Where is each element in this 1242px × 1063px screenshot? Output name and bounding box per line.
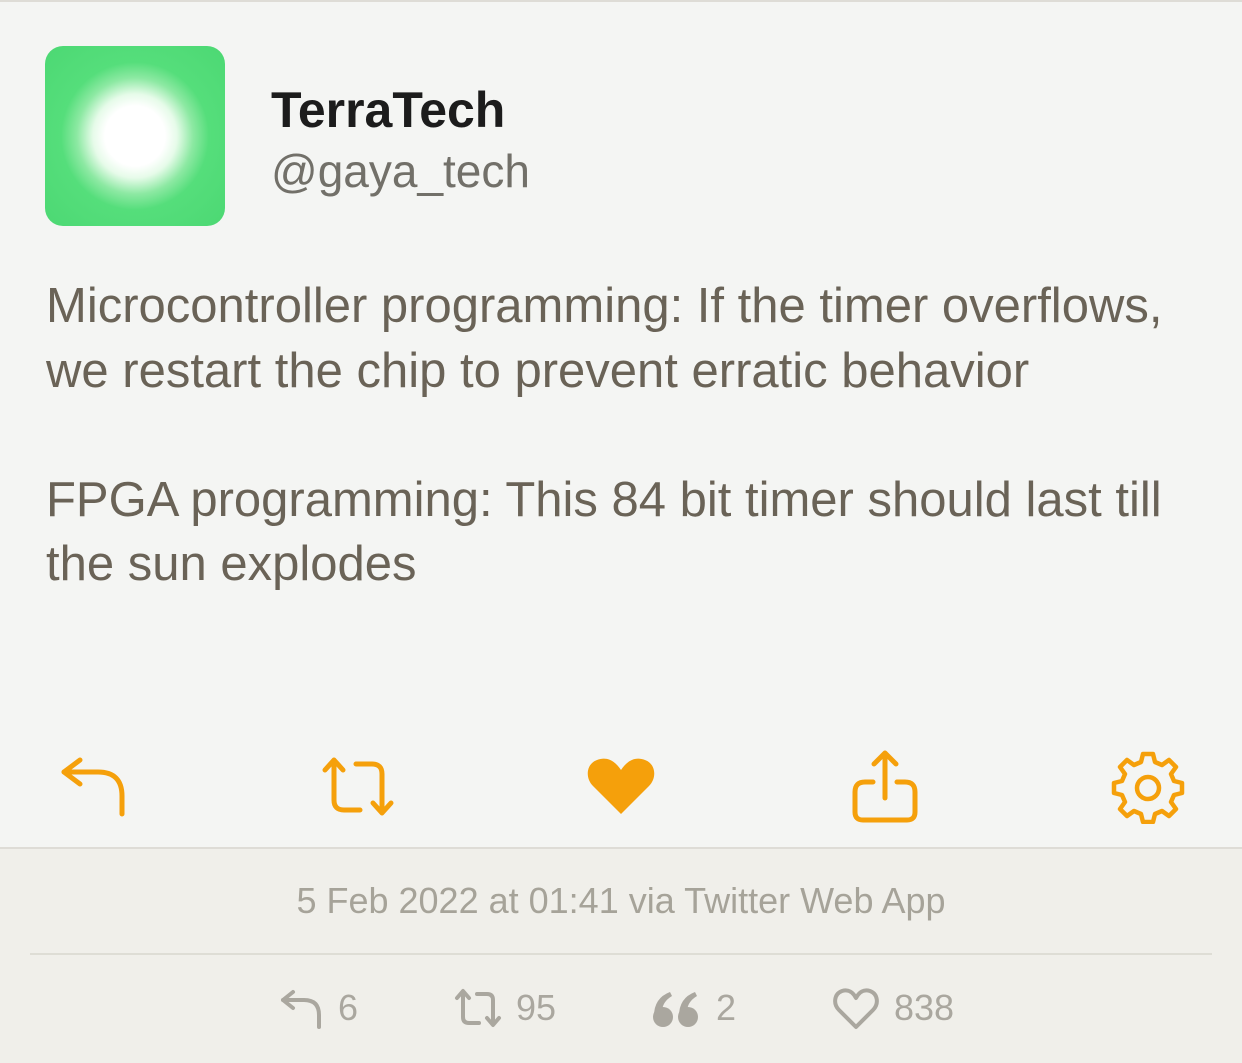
- tweet-card: TerraTech @gaya_tech Microcontroller pro…: [0, 0, 1242, 849]
- reply-count[interactable]: 6: [278, 984, 358, 1032]
- like-count-value: 838: [894, 987, 955, 1028]
- user-handle[interactable]: @gaya_tech: [271, 142, 530, 200]
- quote-count-value: 2: [716, 987, 737, 1028]
- tweet-timestamp: 5 Feb 2022 at 01:41 via Twitter Web App: [296, 880, 946, 921]
- gear-icon: [1111, 751, 1185, 824]
- quote-icon: [652, 988, 702, 1028]
- retweet-icon: [454, 985, 502, 1031]
- reply-icon: [278, 985, 324, 1031]
- avatar[interactable]: [45, 46, 225, 226]
- retweet-count[interactable]: 95: [454, 984, 556, 1032]
- heart-icon: [587, 758, 655, 814]
- tweet-paragraph: Microcontroller programming: If the time…: [46, 279, 1163, 398]
- retweet-button[interactable]: [320, 748, 396, 824]
- heart-outline-icon: [832, 985, 880, 1031]
- retweet-icon: [322, 757, 394, 816]
- tweet-paragraph: FPGA programming: This 84 bit timer shou…: [46, 472, 1162, 592]
- retweet-count-value: 95: [516, 987, 557, 1028]
- share-icon: [852, 750, 918, 823]
- share-button[interactable]: [847, 748, 923, 824]
- like-button[interactable]: [583, 748, 659, 824]
- reply-button[interactable]: [54, 748, 130, 824]
- display-name[interactable]: TerraTech: [271, 80, 505, 140]
- settings-button[interactable]: [1110, 748, 1186, 824]
- divider: [30, 953, 1212, 955]
- reply-count-value: 6: [338, 987, 359, 1028]
- reply-icon: [61, 757, 125, 817]
- tweet-text: Microcontroller programming: If the time…: [46, 274, 1206, 597]
- like-count[interactable]: 838: [832, 984, 954, 1032]
- quote-count[interactable]: 2: [652, 984, 736, 1032]
